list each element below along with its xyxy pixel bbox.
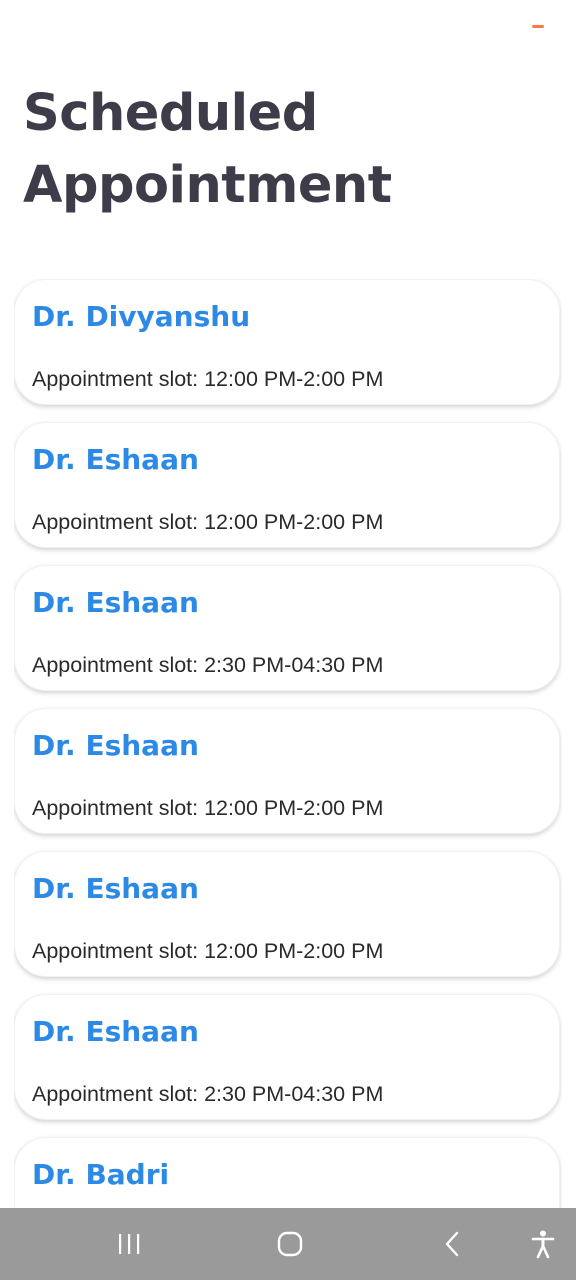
appointment-slot: Appointment slot: 2:30 PM-04:30 PM xyxy=(32,1082,384,1106)
doctor-name: Dr. Divyanshu xyxy=(32,300,251,333)
appointment-card[interactable]: Dr. Divyanshu Appointment slot: 12:00 PM… xyxy=(14,279,560,405)
doctor-name: Dr. Eshaan xyxy=(32,1015,199,1048)
accessibility-icon xyxy=(531,1230,555,1259)
appointment-card[interactable]: Dr. Badri xyxy=(14,1137,560,1208)
appointment-card[interactable]: Dr. Eshaan Appointment slot: 12:00 PM-2:… xyxy=(14,708,560,834)
appointment-slot: Appointment slot: 12:00 PM-2:00 PM xyxy=(32,939,384,963)
doctor-name: Dr. Eshaan xyxy=(32,443,199,476)
appointment-slot: Appointment slot: 12:00 PM-2:00 PM xyxy=(32,367,384,391)
page-title: Scheduled Appointment xyxy=(23,84,392,215)
back-button[interactable] xyxy=(428,1208,476,1280)
recent-apps-icon xyxy=(119,1234,140,1254)
appointment-slot: Appointment slot: 2:30 PM-04:30 PM xyxy=(32,653,384,677)
appointment-card[interactable]: Dr. Eshaan Appointment slot: 12:00 PM-2:… xyxy=(14,851,560,977)
doctor-name: Dr. Eshaan xyxy=(32,586,199,619)
home-icon xyxy=(277,1231,303,1257)
doctor-name: Dr. Badri xyxy=(32,1158,170,1191)
appointment-slot: Appointment slot: 12:00 PM-2:00 PM xyxy=(32,510,384,534)
accessibility-button[interactable] xyxy=(520,1208,566,1280)
appointment-card[interactable]: Dr. Eshaan Appointment slot: 2:30 PM-04:… xyxy=(14,565,560,691)
appointment-slot: Appointment slot: 12:00 PM-2:00 PM xyxy=(32,796,384,820)
back-icon xyxy=(445,1231,459,1257)
appointment-list[interactable]: Dr. Divyanshu Appointment slot: 12:00 PM… xyxy=(14,279,562,1208)
recent-apps-button[interactable] xyxy=(104,1208,154,1280)
home-button[interactable] xyxy=(265,1208,315,1280)
doctor-name: Dr. Eshaan xyxy=(32,872,199,905)
top-accent-mark xyxy=(532,25,544,28)
appointment-card[interactable]: Dr. Eshaan Appointment slot: 12:00 PM-2:… xyxy=(14,422,560,548)
appointment-card[interactable]: Dr. Eshaan Appointment slot: 2:30 PM-04:… xyxy=(14,994,560,1120)
doctor-name: Dr. Eshaan xyxy=(32,729,199,762)
system-navigation-bar xyxy=(0,1208,576,1280)
